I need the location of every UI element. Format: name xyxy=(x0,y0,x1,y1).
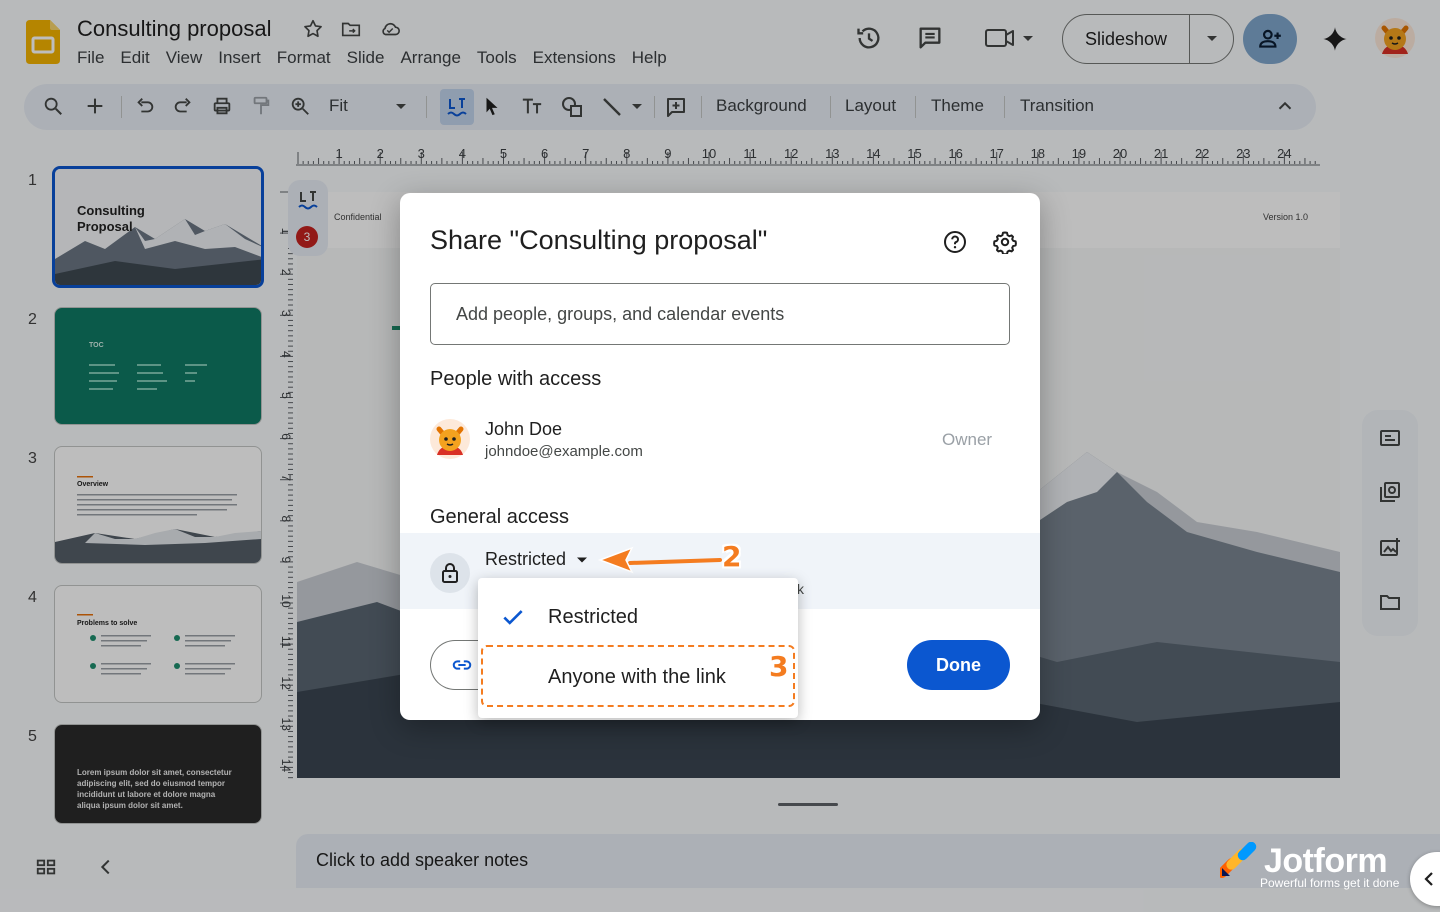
general-access-heading: General access xyxy=(430,506,569,528)
chevron-left-icon xyxy=(1424,872,1433,886)
jotform-tagline: Powerful forms get it done xyxy=(1260,876,1400,890)
step-badge-2: 2 xyxy=(722,540,742,573)
option-restricted-label: Restricted xyxy=(548,606,639,628)
step-badge-3: 3 xyxy=(769,650,789,683)
link-icon xyxy=(452,660,472,670)
lock-icon xyxy=(430,553,470,593)
general-access-value: Restricted xyxy=(485,549,567,569)
person-role: Owner xyxy=(942,430,993,449)
person-avatar xyxy=(430,419,470,459)
general-access-select[interactable]: Restricted xyxy=(485,549,588,570)
jotform-logo-icon xyxy=(1220,842,1257,878)
settings-gear-icon[interactable] xyxy=(993,230,1017,254)
add-people-input[interactable] xyxy=(430,283,1010,345)
person-name: John Doe xyxy=(485,419,563,439)
annotation-highlight-box xyxy=(481,645,795,707)
general-access-description: k xyxy=(797,581,804,597)
option-restricted[interactable]: Restricted xyxy=(478,588,798,648)
dialog-title: Share "Consulting proposal" xyxy=(430,225,768,255)
checkmark-icon xyxy=(503,610,523,625)
jotform-watermark: Jotform Powerful forms get it done xyxy=(1220,842,1399,890)
people-with-access-heading: People with access xyxy=(430,368,602,390)
annotation-arrow-icon xyxy=(597,546,722,574)
person-email: johndoe@example.com xyxy=(485,443,643,460)
help-icon[interactable] xyxy=(943,230,967,254)
access-dropdown-menu: Restricted Anyone with the link xyxy=(478,578,798,718)
done-button[interactable]: Done xyxy=(907,640,1010,690)
dropdown-caret-icon xyxy=(577,557,588,562)
